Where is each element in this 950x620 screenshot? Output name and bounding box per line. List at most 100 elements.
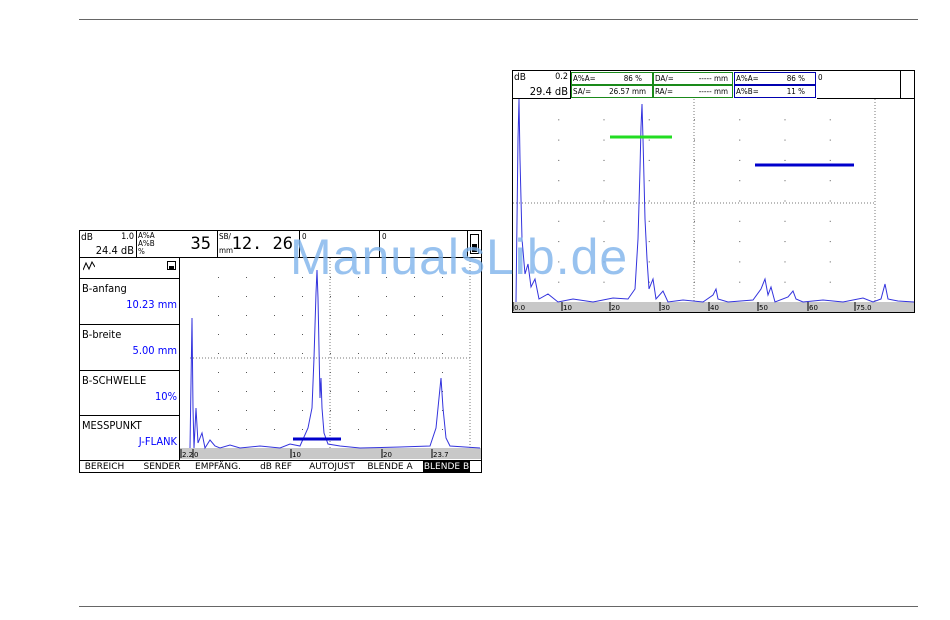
scale-label: 0.0 (514, 304, 525, 312)
grid-dot (386, 372, 387, 373)
readout-value: 11 % (786, 87, 805, 96)
scale-label: 30 (661, 304, 670, 312)
grid-dot (386, 296, 387, 297)
grid-dot (330, 391, 331, 392)
panel-value: 10% (155, 390, 177, 403)
grid-dot (739, 180, 741, 182)
menu-blende-b[interactable]: BLENDE B (423, 461, 470, 473)
grid-dot (694, 159, 695, 161)
grid-dot (302, 410, 303, 411)
grid-dot (358, 353, 359, 354)
grid-dot (218, 372, 219, 373)
readout-label: A%A= (573, 74, 596, 83)
field-right-value: 0 (818, 73, 823, 82)
scale-label: 0 (194, 451, 198, 459)
readout-amp-b: A%B= 11 % (734, 85, 816, 98)
grid-dot (246, 429, 247, 430)
readout-value: ----- mm (698, 74, 728, 83)
db-step: 0.2 (555, 72, 568, 82)
grid-dot (274, 391, 275, 392)
scale-label: 40 (710, 304, 719, 312)
readout-sound-path-a: SA/= 26.57 mm (571, 85, 653, 98)
grid-dot (784, 261, 786, 263)
panel-b-threshold[interactable]: B-SCHWELLE 10% (80, 370, 180, 415)
sb-label: SB/ (219, 232, 231, 241)
grid-dot (218, 353, 219, 354)
top-rule (79, 19, 918, 20)
readout-label: A%B= (736, 87, 759, 96)
readout-value: 86 % (623, 74, 642, 83)
readout-value: ----- mm (698, 87, 728, 96)
grid-dot (829, 119, 831, 121)
grid-dot (386, 353, 387, 354)
menu-autojust[interactable]: AUTOJUST (304, 461, 360, 473)
panel-measure-point[interactable]: MESSPUNKT J-FLANK (80, 415, 180, 460)
db-value: 29.4 dB (529, 85, 568, 98)
menu-db-ref[interactable]: dB REF (250, 461, 302, 473)
grid-dot (358, 296, 359, 297)
scale-label: 10 (292, 451, 301, 459)
grid-dot (648, 200, 650, 202)
scale-label: 10 (563, 304, 572, 312)
grid-dot (603, 159, 605, 161)
watermark: ManualsLib.de (290, 229, 629, 285)
grid-dot (558, 139, 560, 141)
grid-dot (246, 315, 247, 316)
grid-dot (558, 159, 560, 161)
grid-dot (218, 315, 219, 316)
grid-dot (648, 180, 650, 182)
db-box: dB 1.0 24.4 dB (80, 231, 137, 258)
grid-dot (330, 410, 331, 411)
grid-dot (558, 220, 560, 222)
grid-dot (442, 334, 443, 335)
grid-dot (648, 261, 650, 263)
grid-dot (414, 410, 415, 411)
menu-bereich[interactable]: BEREICH (80, 461, 129, 473)
grid-dot (302, 334, 303, 335)
status-box (901, 71, 914, 99)
grid-dot (246, 391, 247, 392)
grid-dot (442, 353, 443, 354)
grid-dot (784, 220, 786, 222)
grid-dot (302, 353, 303, 354)
menu-sender[interactable]: SENDER (137, 461, 187, 473)
grid-dot (246, 372, 247, 373)
panel-b-start[interactable]: B-anfang 10.23 mm (80, 278, 180, 324)
grid-dot (784, 180, 786, 182)
readout-value: 26.57 mm (609, 87, 646, 96)
grid-dot (218, 334, 219, 335)
readout-label: RA/= (655, 87, 674, 96)
grid-dot (694, 139, 695, 141)
grid-dot (386, 391, 387, 392)
grid-dot (442, 372, 443, 373)
scale-label: 20 (383, 451, 392, 459)
grid-dot (784, 200, 786, 202)
rf-signal-icon (83, 261, 95, 271)
grid-dot (558, 180, 560, 182)
scale-label: 2.2 (182, 451, 193, 459)
db-label: dB (514, 72, 526, 83)
panel-b-width[interactable]: B-breite 5.00 mm (80, 324, 180, 370)
grid-dot (414, 353, 415, 354)
panel-label: B-SCHWELLE (82, 374, 147, 387)
panel-value: 5.00 mm (132, 344, 177, 357)
grid-dot (739, 200, 741, 202)
grid-dot (330, 353, 331, 354)
grid-dot (694, 220, 695, 222)
grid-dot (358, 315, 359, 316)
grid-dot (414, 391, 415, 392)
menu-blende-a[interactable]: BLENDE A (365, 461, 415, 473)
grid-dot (274, 296, 275, 297)
readout-value: 86 % (786, 74, 805, 83)
grid-dot (442, 296, 443, 297)
a-scan-display: 2.2 0 10 20 23.7 (180, 258, 481, 459)
grid-dot (386, 334, 387, 335)
grid-dot (784, 159, 786, 161)
grid-dot (829, 139, 831, 141)
grid-dot (246, 277, 247, 278)
readout-depth-a: DA/= ----- mm (653, 72, 733, 85)
menu-empfang[interactable]: EMPFÄNG. (192, 461, 244, 473)
grid-dot (739, 261, 741, 263)
readout-reduced-a: RA/= ----- mm (653, 85, 733, 98)
grid-dot (246, 334, 247, 335)
